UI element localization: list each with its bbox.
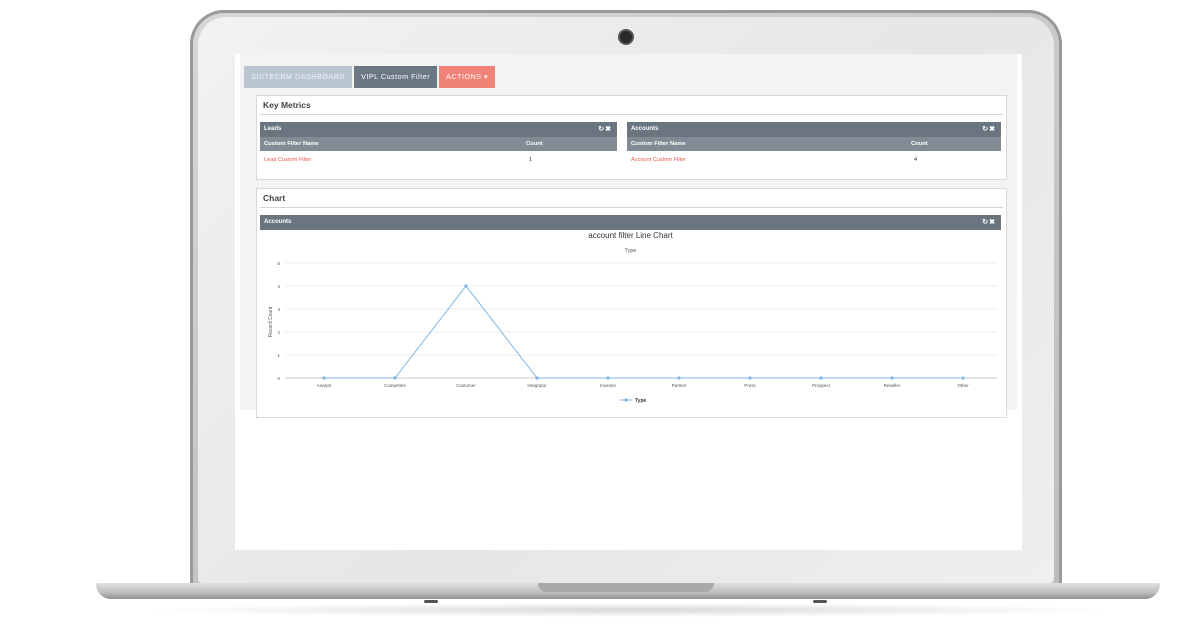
laptop-foot xyxy=(813,600,827,603)
x-tick-label: Analyst xyxy=(317,383,333,388)
crm-app: SUITECRM DASHBOARD VIPL Custom Filter AC… xyxy=(240,54,1017,418)
column-header-count[interactable]: Count xyxy=(526,137,543,151)
y-axis-label: Record Count xyxy=(268,306,274,337)
data-point xyxy=(606,376,610,380)
legend: Type xyxy=(620,398,647,404)
y-tick-label: 1 xyxy=(277,353,280,358)
grid xyxy=(285,262,997,379)
data-point xyxy=(677,376,681,380)
divider xyxy=(260,114,1003,115)
count-value: 4 xyxy=(914,157,918,163)
y-tick-label: 4 xyxy=(277,284,280,289)
dashboard-tabs: SUITECRM DASHBOARD VIPL Custom Filter AC… xyxy=(244,66,496,88)
y-tick-label: 3 xyxy=(277,307,280,312)
table-row: Account Custom Filter 4 xyxy=(627,151,1001,169)
laptop-screen: SUITECRM DASHBOARD VIPL Custom Filter AC… xyxy=(235,54,1022,550)
data-point xyxy=(535,376,539,380)
accounts-chart-dashlet: Accounts ↻✖ account filter Line Chart Ty… xyxy=(260,215,1001,415)
x-tick-label: Partner xyxy=(672,383,687,388)
y-tick-label: 5 xyxy=(277,261,280,266)
x-tick-label: Competitor xyxy=(384,383,407,388)
laptop-foot xyxy=(424,600,438,603)
close-icon[interactable]: ✖ xyxy=(605,126,612,133)
x-tick-label: Customer xyxy=(456,383,476,388)
close-icon[interactable]: ✖ xyxy=(989,126,996,133)
camera-icon xyxy=(620,31,632,43)
data-point xyxy=(464,284,468,288)
tab-suitecrm-dashboard[interactable]: SUITECRM DASHBOARD xyxy=(244,66,353,88)
data-point xyxy=(890,376,894,380)
dashlet-title: Accounts xyxy=(631,126,659,132)
x-tick-label: Press xyxy=(744,383,756,388)
legend-label: Type xyxy=(635,398,647,404)
column-header-count[interactable]: Count xyxy=(911,137,928,151)
tab-vipl-custom-filter[interactable]: VIPL Custom Filter xyxy=(354,66,438,88)
laptop-shadow xyxy=(140,603,1120,617)
column-header-name[interactable]: Custom Filter Name xyxy=(631,137,686,151)
y-tick-label: 0 xyxy=(277,376,280,381)
divider xyxy=(260,207,1003,208)
dashlet-title: Leads xyxy=(264,126,282,132)
table-header: Custom Filter Name Count xyxy=(627,137,1001,151)
dashlet-controls: ↻✖ xyxy=(982,122,996,137)
x-tick-label: Investor xyxy=(600,383,617,388)
legend-marker xyxy=(624,398,628,402)
dashlet-controls: ↻✖ xyxy=(598,122,612,137)
data-point xyxy=(748,376,752,380)
data-point xyxy=(961,376,965,380)
account-custom-filter-link[interactable]: Account Custom Filter xyxy=(631,157,686,163)
table-row: Lead Custom Filter 1 xyxy=(260,151,617,169)
data-point xyxy=(819,376,823,380)
lead-custom-filter-link[interactable]: Lead Custom Filter xyxy=(264,157,311,163)
panel-title: Key Metrics xyxy=(263,100,311,110)
axes: 0 1 2 3 4 5 Analyst Competitor Customer Integrato… xyxy=(277,261,969,388)
data-point xyxy=(322,376,326,380)
actions-menu-button[interactable]: ACTIONS ▾ xyxy=(439,66,496,88)
count-value: 1 xyxy=(529,157,533,163)
x-tick-label: Other xyxy=(957,383,969,388)
laptop-hinge-notch xyxy=(538,583,714,592)
key-metrics-panel: Key Metrics Leads ↻✖ Custom Filter Name … xyxy=(256,95,1007,180)
panel-title: Chart xyxy=(263,193,286,203)
leads-dashlet: Leads ↻✖ Custom Filter Name Count Lead C… xyxy=(260,122,617,169)
line-chart: Record Count 0 1 2 3 4 5 Analyst Competitor Cust… xyxy=(268,261,997,404)
dashlet-header: Accounts ↻✖ xyxy=(627,122,1001,137)
chart-panel: Chart Accounts ↻✖ account filter Line Ch… xyxy=(256,188,1007,418)
accounts-dashlet: Accounts ↻✖ Custom Filter Name Count Acc… xyxy=(627,122,1001,169)
column-header-name[interactable]: Custom Filter Name xyxy=(264,137,319,151)
x-tick-label: Reseller xyxy=(884,383,901,388)
x-tick-label: Prospect xyxy=(812,383,831,388)
table-header: Custom Filter Name Count xyxy=(260,137,617,151)
y-tick-label: 2 xyxy=(277,330,280,335)
data-point xyxy=(393,376,397,380)
x-tick-label: Integrator xyxy=(527,383,547,388)
dashlet-header: Leads ↻✖ xyxy=(260,122,617,137)
